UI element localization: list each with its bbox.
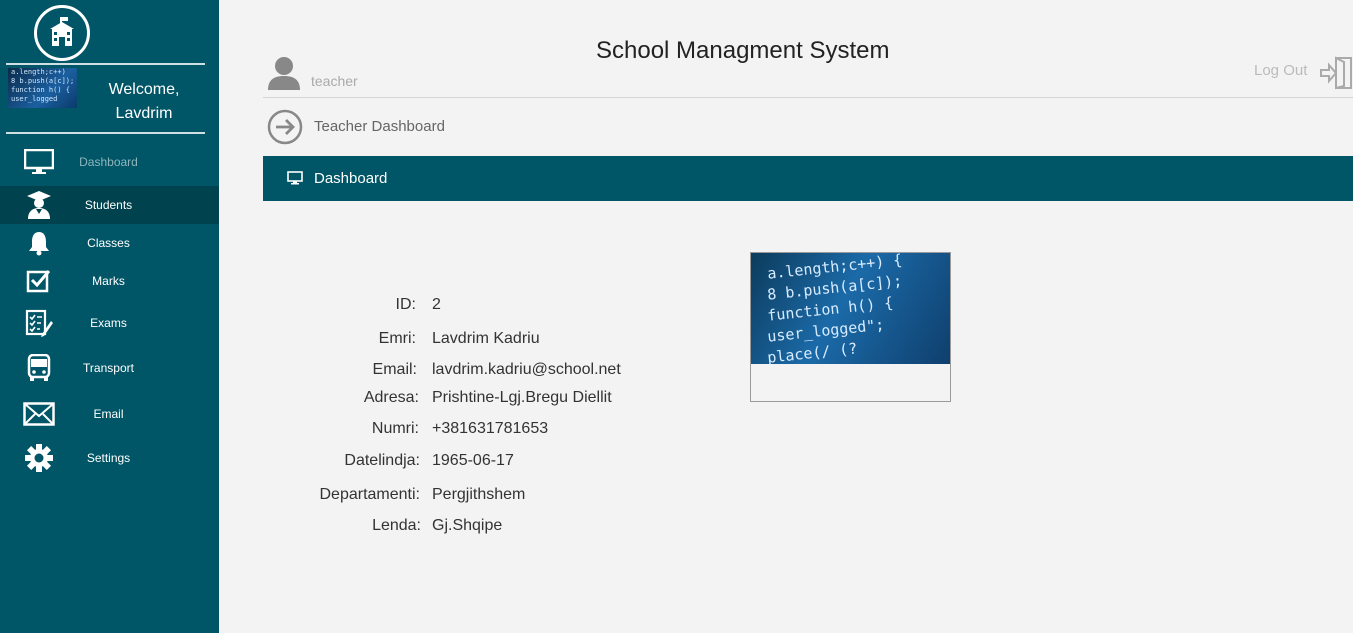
gear-icon (22, 443, 56, 473)
sidebar-divider (6, 132, 205, 134)
logout-button[interactable]: Log Out (1254, 62, 1307, 79)
bell-icon (22, 228, 56, 258)
sidebar-item-label: Marks (92, 274, 125, 288)
sidebar-divider (6, 63, 205, 65)
avatar: a.length;c++) 8 b.push(a[c]); function h… (8, 68, 77, 108)
field-label-address: Adresa: (363, 389, 419, 406)
field-label-id: ID: (395, 296, 416, 313)
profile-photo: a.length;c++) { 8 b.push(a[c]); function… (750, 252, 951, 402)
bus-icon (22, 353, 56, 383)
sidebar-item-marks[interactable]: Marks (0, 262, 219, 300)
breadcrumb: Teacher Dashboard (314, 118, 445, 135)
field-value-email: lavdrim.kadriu@school.net (432, 361, 621, 378)
sidebar-item-settings[interactable]: Settings (0, 439, 219, 477)
sidebar-item-label: Transport (83, 361, 134, 375)
field-value-subject: Gj.Shqipe (432, 517, 503, 534)
sidebar-item-dashboard[interactable]: Dashboard (0, 143, 219, 181)
profile-photo-image: a.length;c++) { 8 b.push(a[c]); function… (751, 253, 950, 364)
field-value-name: Lavdrim Kadriu (432, 330, 540, 347)
welcome-username: Lavdrim (115, 105, 173, 122)
sidebar-item-label: Classes (87, 236, 130, 250)
sidebar-item-exams[interactable]: Exams (0, 304, 219, 342)
field-label-phone: Numri: (371, 420, 419, 437)
checkbox-icon (22, 266, 56, 296)
sidebar-item-classes[interactable]: Classes (0, 224, 219, 262)
user-icon (266, 55, 302, 96)
sidebar-item-label: Settings (86, 451, 131, 465)
sidebar-item-transport[interactable]: Transport (0, 349, 219, 387)
avatar-code-line: function h() { (11, 86, 71, 94)
avatar-code-line: a.length;c++) (11, 68, 66, 76)
school-logo (34, 5, 90, 61)
logout-icon[interactable] (1319, 55, 1353, 96)
field-value-birthdate: 1965-06-17 (432, 452, 514, 469)
section-header-bar: Dashboard (263, 156, 1353, 201)
student-icon (22, 190, 56, 220)
sidebar-item-label: Exams (90, 316, 127, 330)
field-value-phone: +381631781653 (432, 420, 549, 437)
monitor-icon (22, 147, 56, 177)
sidebar-item-label: Students (84, 198, 133, 212)
avatar-code-line: user_logged (11, 95, 58, 103)
field-label-name: Emri: (378, 330, 416, 347)
header-divider (263, 97, 1353, 98)
sidebar-item-label: Email (93, 407, 124, 421)
exam-checklist-icon (22, 308, 56, 338)
field-label-email: Email: (372, 361, 417, 378)
field-value-id: 2 (432, 296, 441, 313)
field-label-subject: Lenda: (372, 517, 421, 534)
sidebar: a.length;c++) 8 b.push(a[c]); function h… (0, 0, 219, 633)
arrow-right-circle-icon[interactable] (267, 109, 303, 150)
field-value-address: Prishtine-Lgj.Bregu Diellit (432, 389, 612, 406)
sidebar-item-students[interactable]: Students (0, 186, 219, 224)
field-label-department: Departamenti: (319, 486, 421, 503)
welcome-text: Welcome, Lavdrim (100, 78, 188, 126)
monitor-icon (287, 171, 303, 190)
page-title: School Managment System (596, 37, 890, 64)
field-value-department: Pergjithshem (432, 486, 526, 503)
sidebar-item-label: Dashboard (79, 155, 138, 169)
field-label-birthdate: Datelindja: (344, 452, 420, 469)
user-role-label: teacher (311, 73, 358, 89)
section-title: Dashboard (314, 170, 388, 187)
envelope-icon (22, 399, 56, 429)
welcome-greeting: Welcome, (108, 81, 180, 98)
avatar-code-line: 8 b.push(a[c]); (11, 77, 75, 85)
sidebar-item-email[interactable]: Email (0, 395, 219, 433)
